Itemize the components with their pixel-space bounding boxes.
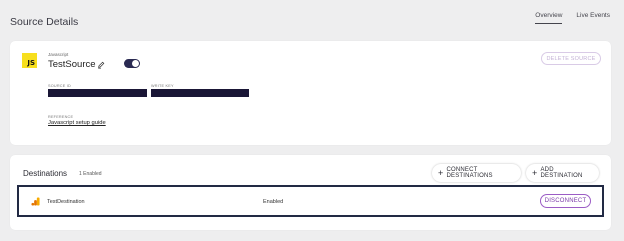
setup-guide-link[interactable]: Javascript setup guide (48, 120, 106, 126)
source-id-value-redacted (48, 89, 147, 97)
javascript-logo-icon: JS (22, 53, 37, 68)
plus-icon: + (532, 167, 538, 178)
pencil-icon[interactable] (97, 61, 105, 69)
tab-live-events[interactable]: Live Events (576, 12, 610, 24)
page-title: Source Details (10, 16, 79, 28)
toggle-knob (132, 60, 139, 67)
write-key-value-redacted (151, 89, 249, 97)
source-card: JS Javascript TestSource DELETE SOURCE S… (10, 41, 611, 145)
google-analytics-icon (31, 197, 40, 206)
reference-label: REFERENCE (48, 115, 74, 119)
source-type: Javascript (48, 52, 69, 57)
connect-destinations-label: CONNECT DESTINATIONS (446, 167, 493, 179)
javascript-logo-text: JS (27, 59, 35, 67)
destinations-count: 1 Enabled (79, 171, 102, 177)
tabs: Overview Live Events (535, 12, 610, 24)
add-destination-button[interactable]: + ADD DESTINATION (526, 164, 599, 182)
source-enabled-toggle[interactable] (124, 59, 140, 68)
tab-overview[interactable]: Overview (535, 12, 563, 24)
source-id-label: SOURCE ID (48, 84, 71, 88)
source-name: TestSource (48, 59, 96, 70)
delete-source-button[interactable]: DELETE SOURCE (541, 52, 601, 65)
destinations-title: Destinations (23, 169, 68, 178)
destination-name: TestDestination (47, 199, 85, 205)
write-key-label: WRITE KEY (151, 84, 174, 88)
plus-icon: + (438, 167, 444, 178)
connect-destinations-button[interactable]: + CONNECT DESTINATIONS (432, 164, 521, 182)
destination-status: Enabled (263, 199, 284, 205)
add-destination-label: ADD DESTINATION (540, 167, 583, 179)
destinations-card: Destinations 1 Enabled + CONNECT DESTINA… (10, 155, 611, 230)
disconnect-button[interactable]: DISCONNECT (540, 194, 591, 208)
destination-row[interactable]: TestDestination Enabled DISCONNECT (17, 185, 604, 217)
